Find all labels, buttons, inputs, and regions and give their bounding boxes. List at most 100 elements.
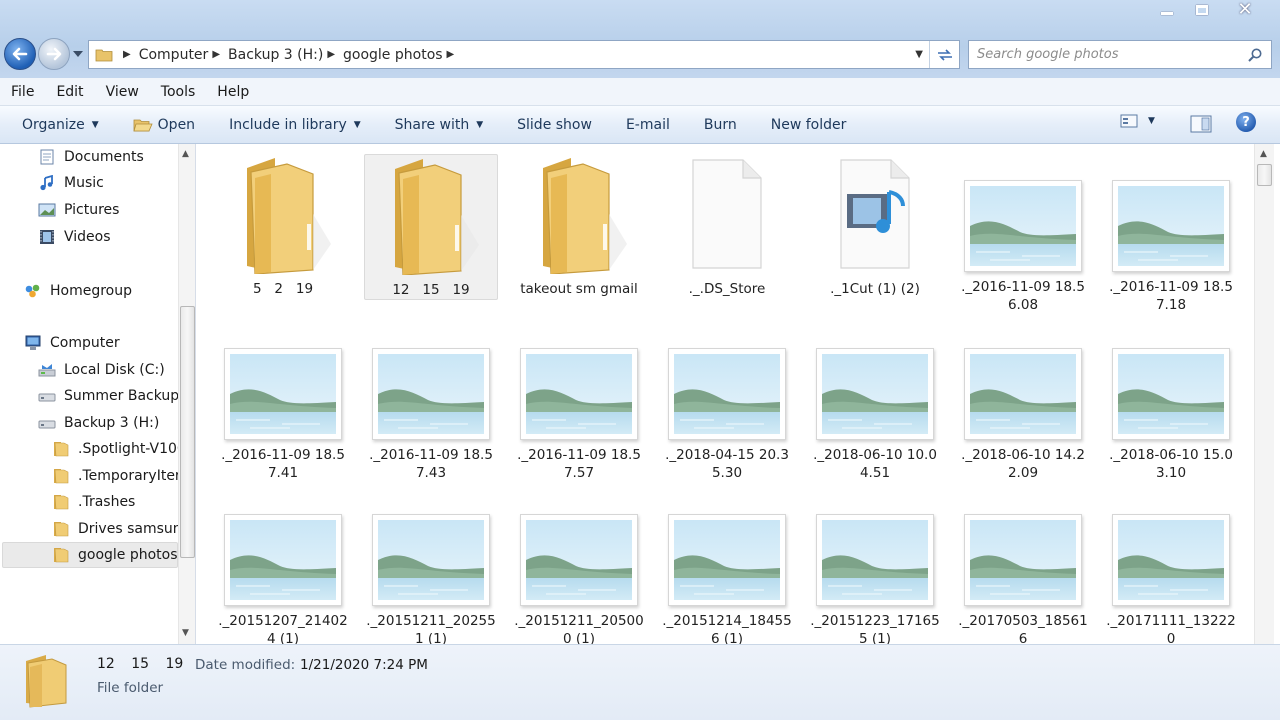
file-list[interactable]: 5 2 19 12 15 19 takeout sm gmail ._.DS_Stor… [196, 144, 1254, 644]
file-item[interactable]: ._20151207_214024 (1) [216, 514, 350, 644]
file-item[interactable]: 5 2 19 [216, 154, 350, 298]
landscape-image-icon [1118, 354, 1224, 434]
breadcrumb-separator-icon[interactable]: ▶ [327, 49, 335, 60]
landscape-image-icon [822, 354, 928, 434]
new-folder-button[interactable]: New folder [754, 106, 864, 143]
computer-icon [25, 335, 41, 350]
search-input[interactable] [977, 47, 1237, 62]
nav-item[interactable]: Local Disk (C:) [38, 359, 178, 381]
navigation-scroll-thumb[interactable] [180, 306, 195, 558]
nav-item[interactable]: Music [38, 172, 178, 194]
file-name: ._2016-11-09 18.56.08 [961, 279, 1085, 313]
file-item[interactable]: ._2018-06-10 15.03.10 [1104, 348, 1238, 482]
nav-item-label: Homegroup [50, 283, 133, 299]
homegroup-icon [25, 284, 40, 298]
landscape-image-icon [674, 520, 780, 600]
file-name: takeout sm gmail [520, 281, 638, 297]
breadcrumb-google-photos[interactable]: google photos [343, 44, 443, 66]
close-button[interactable]: ✕ [1222, 0, 1268, 20]
recent-pages-dropdown[interactable] [72, 49, 84, 59]
file-item[interactable]: ._20151214_184556 (1) [660, 514, 794, 644]
file-item[interactable]: ._.DS_Store [660, 154, 794, 298]
file-item[interactable]: ._2016-11-09 18.56.08 [956, 180, 1090, 314]
refresh-button[interactable] [929, 41, 959, 68]
menu-edit[interactable]: Edit [45, 84, 94, 100]
file-item[interactable]: 12 15 19 [364, 154, 498, 300]
nav-item[interactable]: .TemporaryIter [52, 465, 178, 487]
scroll-up-icon[interactable]: ▲ [1260, 149, 1267, 159]
nav-item[interactable]: google photos [52, 544, 178, 566]
breadcrumb-backup-drive[interactable]: Backup 3 (H:) [228, 44, 323, 66]
scroll-down-icon[interactable]: ▼ [182, 628, 189, 638]
refresh-icon [937, 48, 952, 61]
burn-button[interactable]: Burn [687, 106, 754, 143]
forward-button[interactable] [38, 38, 70, 70]
maximize-button[interactable] [1180, 0, 1224, 20]
navigation-pane: Documents Music Pictures Videos Homegroup Com… [0, 144, 196, 644]
nav-item-label: Backup 3 (H:) [64, 415, 160, 431]
command-toolbar: Organize ▼ Open Include in library ▼ Share… [0, 106, 1280, 144]
folder-icon [54, 495, 69, 510]
nav-item[interactable]: Computer [24, 332, 178, 354]
file-item[interactable]: takeout sm gmail [512, 154, 646, 298]
help-button[interactable]: ? [1236, 112, 1256, 132]
image-thumbnail [964, 514, 1082, 606]
content-scrollbar[interactable]: ▲ [1254, 144, 1274, 644]
share-with-button[interactable]: Share with ▼ [378, 106, 500, 143]
search-box[interactable] [968, 40, 1272, 69]
file-item[interactable]: ._2016-11-09 18.57.41 [216, 348, 350, 482]
nav-item[interactable]: .Spotlight-V100 [52, 438, 178, 460]
nav-item[interactable]: Drives samsung [52, 518, 178, 540]
breadcrumb-separator-icon[interactable]: ▶ [447, 49, 455, 60]
menu-file[interactable]: File [0, 84, 45, 100]
image-thumbnail [224, 348, 342, 440]
menu-view[interactable]: View [95, 84, 150, 100]
view-icon [1120, 114, 1138, 128]
email-button[interactable]: E-mail [609, 106, 687, 143]
file-item[interactable]: ._2018-06-10 10.04.51 [808, 348, 942, 482]
file-item[interactable]: ._20151211_205000 (1) [512, 514, 646, 644]
file-name: ._20151214_184556 (1) [662, 613, 792, 644]
slide-show-button[interactable]: Slide show [500, 106, 609, 143]
nav-item[interactable]: Pictures [38, 199, 178, 221]
change-view-button[interactable]: ▼ [1120, 114, 1155, 128]
preview-pane-icon[interactable] [1190, 115, 1212, 133]
file-item[interactable]: ._20151223_171655 (1) [808, 514, 942, 644]
file-item[interactable]: ._20170503_185616 [956, 514, 1090, 644]
file-item[interactable]: ._2016-11-09 18.57.43 [364, 348, 498, 482]
file-item[interactable]: ._2016-11-09 18.57.18 [1104, 180, 1238, 314]
file-name: ._20170503_185616 [958, 613, 1088, 644]
menu-tools[interactable]: Tools [150, 84, 207, 100]
organize-button[interactable]: Organize ▼ [0, 106, 116, 143]
file-item[interactable]: ._2016-11-09 18.57.57 [512, 348, 646, 482]
file-item[interactable]: ._20171111_132220 [1104, 514, 1238, 644]
navigation-scrollbar[interactable]: ▲ ▼ [178, 144, 195, 644]
file-item[interactable]: ._2018-04-15 20.35.30 [660, 348, 794, 482]
nav-item[interactable]: Summer Backupl [38, 385, 178, 407]
search-icon[interactable] [1247, 47, 1263, 63]
address-history-dropdown[interactable]: ▼ [915, 49, 923, 60]
address-bar[interactable]: ▶ Computer ▶ Backup 3 (H:) ▶ google phot… [88, 40, 960, 69]
image-thumbnail [1112, 180, 1230, 272]
folder-icon [54, 469, 69, 484]
file-item[interactable]: ._1Cut (1) (2) [808, 154, 942, 298]
landscape-image-icon [674, 354, 780, 434]
file-item[interactable]: ._2018-06-10 14.22.09 [956, 348, 1090, 482]
chevron-down-icon: ▼ [353, 119, 361, 130]
content-scroll-thumb[interactable] [1257, 164, 1272, 186]
nav-item[interactable]: Homegroup [24, 280, 178, 302]
media-file-icon [840, 159, 910, 269]
open-button[interactable]: Open [116, 106, 212, 143]
file-item[interactable]: ._20151211_202551 (1) [364, 514, 498, 644]
nav-item[interactable]: Videos [38, 226, 178, 248]
details-modified-label: Date modified: [195, 657, 296, 673]
nav-item[interactable]: .Trashes [52, 491, 178, 513]
include-in-library-button[interactable]: Include in library ▼ [212, 106, 378, 143]
nav-item[interactable]: Backup 3 (H:) [38, 412, 178, 434]
back-button[interactable] [4, 38, 36, 70]
menu-help[interactable]: Help [206, 84, 260, 100]
breadcrumb-separator-icon[interactable]: ▶ [212, 49, 220, 60]
scroll-up-icon[interactable]: ▲ [182, 149, 189, 159]
breadcrumb-computer[interactable]: Computer [139, 44, 209, 66]
nav-item[interactable]: Documents [38, 146, 178, 168]
